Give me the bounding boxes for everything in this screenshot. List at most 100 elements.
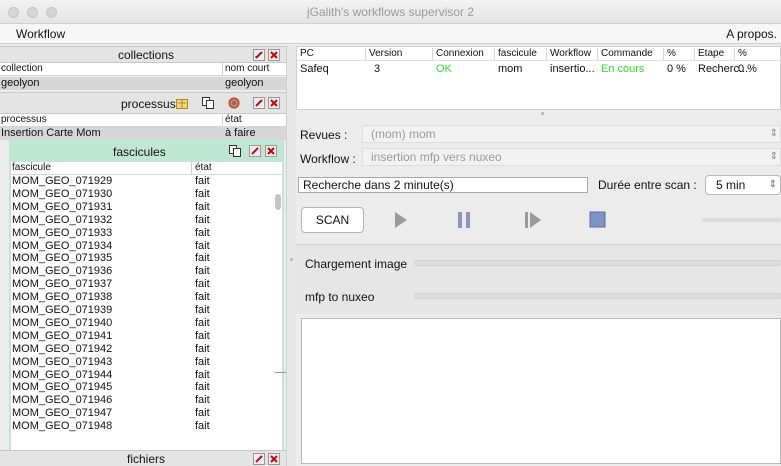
edit-icon[interactable] xyxy=(253,97,265,109)
delete-icon[interactable] xyxy=(265,145,277,157)
fascicules-table: fascicule état MOM_GEO_071929 fait MOM_GEO… xyxy=(11,162,282,450)
title-bar: jGalith's workflows supervisor 2 xyxy=(0,0,781,24)
right-panel: PC Version Connexion fascicule Workflow … xyxy=(296,46,781,466)
stop-icon[interactable] xyxy=(589,211,606,228)
fascicule-row[interactable]: MOM_GEO_071938 fait xyxy=(11,291,271,303)
edit-icon[interactable] xyxy=(253,453,265,465)
fascicule-name: MOM_GEO_071937 xyxy=(12,278,113,291)
pc-connexion: OK xyxy=(436,63,452,75)
fascicule-state: fait xyxy=(195,291,210,304)
pc-version: 3 xyxy=(374,63,381,75)
pc-col-percent[interactable]: % xyxy=(667,48,676,59)
fascicule-row[interactable]: MOM_GEO_071929 fait xyxy=(11,175,271,187)
pc-col-commande[interactable]: Commande xyxy=(601,48,653,59)
interval-label: Durée entre scan : xyxy=(598,178,697,192)
add-process-icon[interactable] xyxy=(176,97,188,109)
fascicule-row[interactable]: MOM_GEO_071946 fait xyxy=(11,394,271,406)
copy-icon[interactable] xyxy=(229,145,241,157)
step-forward-icon[interactable] xyxy=(524,211,542,229)
revues-select[interactable]: (mom) mom ⇕ xyxy=(362,125,781,143)
fascicule-row[interactable]: MOM_GEO_071940 fait xyxy=(11,317,271,329)
fascicule-state: fait xyxy=(195,368,210,381)
fascicule-row[interactable]: MOM_GEO_071947 fait xyxy=(11,407,271,419)
speed-slider[interactable] xyxy=(702,218,781,222)
processus-name: Insertion Carte Mom xyxy=(1,127,101,139)
pc-col-percent-2[interactable]: % xyxy=(738,48,747,59)
pc-workflow: insertio... xyxy=(550,63,595,75)
fascicule-row[interactable]: MOM_GEO_071941 fait xyxy=(11,330,271,342)
fascicule-name: MOM_GEO_071935 xyxy=(12,252,113,265)
fascicules-col-etat[interactable]: état xyxy=(195,162,212,173)
interval-value: 5 min xyxy=(716,178,746,192)
processus-col-processus[interactable]: processus xyxy=(1,114,47,125)
pause-icon[interactable] xyxy=(456,211,472,229)
fascicule-row[interactable]: MOM_GEO_071933 fait xyxy=(11,227,271,239)
collection-name: geolyon xyxy=(1,77,40,89)
log-area[interactable] xyxy=(301,318,781,464)
edit-icon[interactable] xyxy=(249,145,261,157)
fascicule-state: fait xyxy=(195,304,210,316)
pc-col-workflow[interactable]: Workflow xyxy=(550,48,591,59)
processus-row[interactable]: Insertion Carte Mom à faire xyxy=(0,127,286,140)
pc-commande: En cours xyxy=(601,63,645,75)
collections-column-header: collection nom court xyxy=(0,63,286,76)
fascicule-state: fait xyxy=(195,278,210,291)
fascicule-row[interactable]: MOM_GEO_071932 fait xyxy=(11,214,271,226)
processus-title: processus xyxy=(121,97,176,111)
fascicule-row[interactable]: MOM_GEO_071945 fait xyxy=(11,381,271,393)
pc-col-connexion[interactable]: Connexion xyxy=(436,48,484,59)
fascicule-name: MOM_GEO_071932 xyxy=(12,213,113,226)
workflow-value: insertion mfp vers nuxeo xyxy=(371,150,502,164)
fascicule-row[interactable]: MOM_GEO_071948 fait xyxy=(11,420,271,432)
fascicule-row[interactable]: MOM_GEO_071931 fait xyxy=(11,201,271,213)
menu-workflow[interactable]: Workflow xyxy=(16,27,65,41)
fascicule-row[interactable]: MOM_GEO_071936 fait xyxy=(11,265,271,277)
pc-col-fascicule[interactable]: fascicule xyxy=(498,48,537,59)
fascicules-col-fascicule[interactable]: fascicule xyxy=(12,162,51,173)
copy-icon[interactable] xyxy=(202,97,214,109)
pc-table-header: PC Version Connexion fascicule Workflow … xyxy=(297,47,781,61)
pc-col-etape[interactable]: Etape xyxy=(698,48,724,59)
collections-col-nom-court[interactable]: nom court xyxy=(225,63,269,74)
fascicule-state: fait xyxy=(195,329,210,342)
fascicule-row[interactable]: MOM_GEO_071939 fait xyxy=(11,304,271,316)
play-icon[interactable] xyxy=(394,211,408,229)
fascicule-row[interactable]: MOM_GEO_071944 fait xyxy=(11,369,271,381)
horizontal-splitter[interactable] xyxy=(296,110,781,118)
pc-row[interactable]: Safeq 3 OK mom insertio... En cours 0 % … xyxy=(297,62,781,76)
search-status-field[interactable]: Recherche dans 2 minute(s) xyxy=(298,177,588,193)
pc-col-version[interactable]: Version xyxy=(369,48,402,59)
fascicule-name: MOM_GEO_071943 xyxy=(12,355,113,368)
processus-state: à faire xyxy=(225,127,256,139)
divider-line xyxy=(275,372,286,373)
settings-icon[interactable] xyxy=(228,97,240,109)
interval-spinner[interactable]: 5 min ⇕ xyxy=(705,175,781,195)
menu-about[interactable]: A propos. xyxy=(726,27,777,41)
vertical-splitter[interactable] xyxy=(286,46,296,466)
pc-col-pc[interactable]: PC xyxy=(300,48,314,59)
workflow-select[interactable]: insertion mfp vers nuxeo ⇕ xyxy=(362,148,781,166)
fascicule-row[interactable]: MOM_GEO_071937 fait xyxy=(11,278,271,290)
edit-icon[interactable] xyxy=(253,49,265,61)
delete-icon[interactable] xyxy=(268,97,280,109)
fascicule-row[interactable]: MOM_GEO_071935 fait xyxy=(11,252,271,264)
fascicule-row[interactable]: MOM_GEO_071943 fait xyxy=(11,356,271,368)
collections-col-collection[interactable]: collection xyxy=(1,63,43,74)
fascicule-row[interactable]: MOM_GEO_071930 fait xyxy=(11,188,271,200)
processus-col-etat[interactable]: état xyxy=(225,114,242,125)
fascicule-row[interactable]: MOM_GEO_071934 fait xyxy=(11,240,271,252)
fascicule-state: fait xyxy=(195,252,210,265)
scan-button[interactable]: SCAN xyxy=(301,207,364,233)
fascicules-scrollbar[interactable] xyxy=(275,194,281,210)
collections-title: collections xyxy=(118,48,175,62)
fascicule-state: fait xyxy=(195,200,210,213)
fascicule-state: fait xyxy=(195,175,210,187)
fascicule-row[interactable]: MOM_GEO_071942 fait xyxy=(11,343,271,355)
fichiers-title: fichiers xyxy=(127,452,166,466)
delete-icon[interactable] xyxy=(268,453,280,465)
collection-row[interactable]: geolyon geolyon xyxy=(0,77,286,90)
menu-bar: Workflow A propos. xyxy=(0,24,781,44)
delete-icon[interactable] xyxy=(268,49,280,61)
fascicule-name: MOM_GEO_071947 xyxy=(12,407,113,420)
pc-name: Safeq xyxy=(300,63,329,75)
